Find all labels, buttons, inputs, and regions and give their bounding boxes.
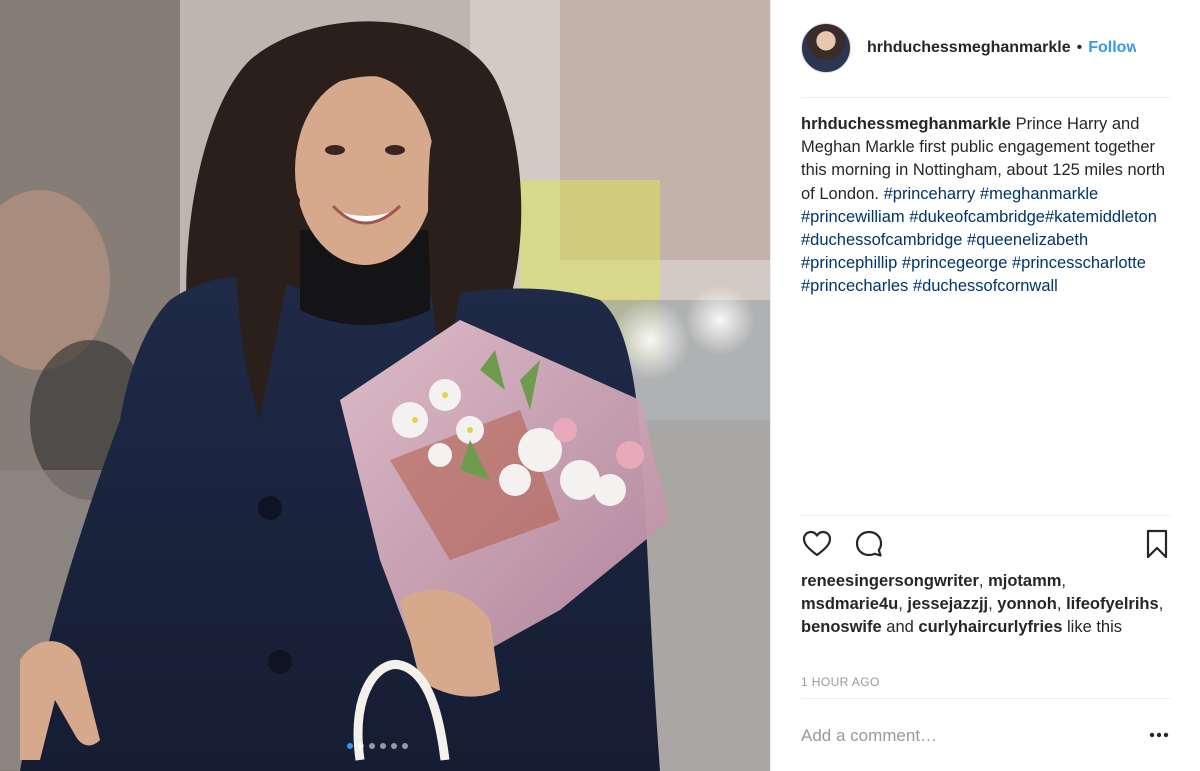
hashtag-link[interactable]: #princecharles: [801, 277, 908, 295]
hashtag-link[interactable]: #princesscharlotte: [1012, 254, 1146, 272]
liker-username[interactable]: msdmarie4u: [801, 595, 898, 613]
hashtag-link[interactable]: #dukeofcambridge: [909, 208, 1045, 226]
header-username[interactable]: hrhduchessmeghanmarkle: [867, 39, 1071, 57]
hashtag-link[interactable]: #katemiddleton: [1045, 208, 1157, 226]
header-separator: •: [1076, 39, 1083, 56]
bookmark-icon[interactable]: [1141, 528, 1173, 560]
likes-suffix: like this: [1067, 618, 1123, 637]
post-caption: hrhduchessmeghanmarkle Prince Harry and …: [801, 113, 1171, 299]
photo-illustration: [0, 0, 770, 771]
post-photo[interactable]: [0, 0, 770, 771]
carousel-dot[interactable]: [358, 743, 364, 749]
liker-username[interactable]: reneesingersongwriter: [801, 572, 979, 590]
carousel-dot[interactable]: [391, 743, 397, 749]
instagram-post: hrhduchessmeghanmarkle • Follow hrhduche…: [0, 0, 1200, 771]
actions-divider: [801, 515, 1171, 516]
carousel-dot[interactable]: [369, 743, 375, 749]
carousel-indicator[interactable]: [347, 743, 408, 749]
hashtag-link[interactable]: #princephillip: [801, 254, 897, 272]
liker-username[interactable]: yonnoh: [997, 595, 1057, 613]
carousel-dot[interactable]: [380, 743, 386, 749]
liker-username[interactable]: mjotamm: [988, 572, 1061, 590]
post-header: hrhduchessmeghanmarkle • Follow: [801, 22, 1171, 74]
carousel-dot[interactable]: [402, 743, 408, 749]
action-bar: [801, 528, 1171, 562]
hashtag-link[interactable]: #princeharry: [884, 185, 976, 203]
likes-and: and: [886, 618, 914, 637]
liker-username[interactable]: benoswife: [801, 618, 882, 636]
comment-divider: [801, 698, 1171, 699]
heart-icon[interactable]: [801, 528, 833, 560]
liker-username[interactable]: jessejazzjj: [907, 595, 988, 613]
liker-username[interactable]: curlyhaircurlyfries: [918, 618, 1062, 636]
hashtag-link[interactable]: #princegeorge: [902, 254, 1008, 272]
liker-username[interactable]: lifeofyelrihs: [1066, 595, 1159, 613]
hashtag-link[interactable]: #princewilliam: [801, 208, 905, 226]
post-timestamp[interactable]: 1 HOUR AGO: [801, 675, 880, 689]
post-side-panel: hrhduchessmeghanmarkle • Follow hrhduche…: [770, 0, 1200, 771]
carousel-dot[interactable]: [347, 743, 353, 749]
comment-input[interactable]: [801, 722, 1121, 750]
comment-icon[interactable]: [853, 528, 885, 560]
hashtag-link[interactable]: #duchessofcambridge: [801, 231, 962, 249]
header-divider: [801, 97, 1171, 98]
more-options-icon[interactable]: [1147, 723, 1171, 747]
avatar[interactable]: [801, 23, 851, 73]
likes-summary: reneesingersongwriter, mjotamm, msdmarie…: [801, 572, 1164, 637]
follow-button[interactable]: Follow: [1088, 39, 1136, 57]
hashtag-link[interactable]: #meghanmarkle: [980, 185, 1098, 203]
caption-username[interactable]: hrhduchessmeghanmarkle: [801, 115, 1011, 133]
hashtag-link[interactable]: #queenelizabeth: [967, 231, 1088, 249]
hashtag-link[interactable]: #duchessofcornwall: [913, 277, 1058, 295]
